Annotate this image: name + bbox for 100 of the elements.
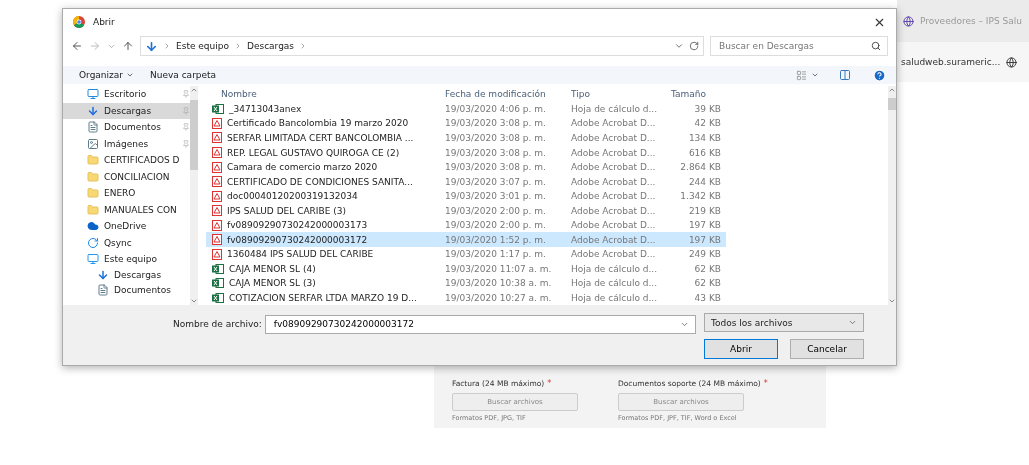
pdf-file-icon: [212, 176, 222, 188]
file-row[interactable]: Certificado Bancolombia 19 marzo 2020 19/03/2020 3:08 p. m. Adobe Acrobat D... 42 KB: [206, 116, 726, 131]
file-name: Certificado Bancolombia 19 marzo 2020: [227, 118, 409, 129]
document-icon: [87, 121, 99, 134]
file-row[interactable]: IPS SALUD DEL CARIBE (3) 19/03/2020 2:00 p. m. Adobe Acrobat D... 219 KB: [206, 203, 726, 218]
scroll-down-icon[interactable]: [888, 297, 896, 305]
file-row[interactable]: CERTIFICADO DE CONDICIONES SANITA... 19/03/2020 3:07 p. m. Adobe Acrobat D... 244 KB: [206, 174, 726, 189]
address-field[interactable]: Este equipo Descargas: [140, 36, 704, 56]
cancel-button[interactable]: Cancelar: [790, 339, 864, 359]
pdf-file-icon: [212, 117, 222, 129]
file-row[interactable]: doc00040120200319132034 19/03/2020 3:01 p. m. Adobe Acrobat D... 1.342 KB: [206, 188, 726, 204]
pdf-file-icon: [212, 234, 222, 246]
sync-icon: [87, 236, 99, 249]
scroll-up-icon[interactable]: [888, 86, 896, 94]
nav-item[interactable]: Descargas: [63, 102, 190, 119]
refresh-icon[interactable]: [689, 41, 699, 51]
file-size: 1.342 KB: [679, 191, 722, 202]
pdf-file-icon: [212, 219, 222, 231]
modified-date: 19/03/2020 10:27 a. m.: [444, 292, 553, 303]
file-type: Adobe Acrobat D...: [570, 234, 656, 245]
breadcrumb-item[interactable]: Este equipo: [176, 41, 229, 51]
image-icon: [87, 137, 99, 150]
pin-icon[interactable]: [182, 139, 190, 148]
download-icon: [97, 269, 109, 281]
nav-item[interactable]: ENERO: [63, 185, 190, 202]
file-type-select[interactable]: Todos los archivos: [704, 313, 864, 332]
pin-icon[interactable]: [182, 90, 190, 99]
column-header[interactable]: Tipo: [556, 88, 656, 99]
scrollbar-thumb[interactable]: [190, 100, 198, 170]
file-type: Adobe Acrobat D...: [570, 220, 656, 231]
file-row[interactable]: fv08909290730242000003173 19/03/2020 2:00 p. m. Adobe Acrobat D... 197 KB: [206, 217, 726, 233]
column-header[interactable]: Fecha de modificación: [430, 88, 556, 99]
nav-item[interactable]: CONCILIACION: [63, 168, 190, 185]
modified-date: 19/03/2020 4:06 p. m.: [444, 103, 547, 114]
file-size: 39 KB: [693, 103, 722, 114]
pdf-file-icon: [212, 205, 222, 217]
help-icon[interactable]: [873, 68, 886, 82]
nav-item[interactable]: CERTIFICADOS D: [63, 152, 190, 169]
modified-date: 19/03/2020 1:17 p. m.: [444, 249, 547, 260]
file-type: Hoja de cálculo d...: [570, 263, 656, 274]
file-name: fv08909290730242000003173: [227, 220, 368, 231]
file-row[interactable]: CAJA MENOR SL (4) 19/03/2020 11:07 a. m. Hoja de cálculo d... 62 KB: [206, 261, 726, 276]
pin-icon[interactable]: [182, 123, 190, 132]
breadcrumb-item[interactable]: Descargas: [247, 41, 295, 51]
spreadsheet-file-icon: [212, 103, 224, 114]
browser-logo-icon: [73, 16, 85, 28]
nav-item[interactable]: Qsync: [63, 234, 190, 251]
nav-item[interactable]: Descargas: [63, 267, 190, 283]
up-icon[interactable]: [122, 40, 134, 52]
search-icon: [871, 41, 881, 51]
file-type: Adobe Acrobat D...: [570, 176, 656, 187]
folder-icon: [87, 154, 99, 167]
caret-icon[interactable]: [811, 71, 819, 79]
pdf-file-icon: [212, 161, 222, 173]
modified-date: 19/03/2020 3:08 p. m.: [444, 162, 547, 172]
scroll-up-icon[interactable]: [190, 86, 198, 94]
scroll-down-icon[interactable]: [190, 297, 198, 305]
file-size: 616 KB: [687, 147, 722, 158]
file-row[interactable]: Camara de comercio marzo 2020 19/03/2020 3:08 p. m. Adobe Acrobat D... 2.864 KB: [206, 159, 726, 175]
modified-date: 19/03/2020 2:00 p. m.: [444, 205, 547, 216]
nav-item[interactable]: Documentos: [63, 119, 190, 136]
nav-scrollbar[interactable]: [190, 86, 198, 305]
address-bar[interactable]: saludweb.surameric...: [897, 42, 1029, 82]
file-row[interactable]: COTIZACION SERFAR LTDA MARZO 19 D... 19/03/2020 10:27 a. m. Hoja de cálculo d... 43 KB: [206, 290, 726, 305]
nav-item[interactable]: Imágenes: [63, 135, 190, 152]
nav-item[interactable]: Documentos: [63, 282, 190, 298]
file-name-field[interactable]: fv08909290730242000003172: [264, 314, 696, 334]
nav-item[interactable]: Este equipo: [63, 251, 190, 268]
dialog-title: Abrir: [93, 17, 116, 27]
scrollbar-thumb[interactable]: [888, 98, 896, 110]
pdf-file-icon: [212, 132, 222, 144]
separator-icon: [163, 42, 171, 50]
file-scrollbar[interactable]: [888, 86, 896, 305]
search-field[interactable]: Buscar en Descargas: [710, 36, 888, 56]
file-name-input[interactable]: fv08909290730242000003172: [271, 318, 680, 330]
file-row[interactable]: SERFAR LIMITADA CERT BANCOLOMBIA ... 19/03/2020 3:08 p. m. Adobe Acrobat D... 134 KB: [206, 130, 726, 146]
modified-date: 19/03/2020 2:00 p. m.: [444, 220, 547, 231]
file-row[interactable]: CAJA MENOR SL (3) 19/03/2020 10:38 a. m. Hoja de cálculo d... 62 KB: [206, 275, 726, 291]
preview-pane-icon[interactable]: [839, 69, 851, 81]
nav-item[interactable]: OneDrive: [63, 218, 190, 235]
file-row[interactable]: 1360484 IPS SALUD DEL CARIBE 19/03/2020 1:17 p. m. Adobe Acrobat D... 249 KB: [206, 246, 726, 262]
pdf-file-icon: [212, 190, 222, 202]
organize-menu[interactable]: Organizar: [73, 70, 140, 80]
file-name: CAJA MENOR SL (3): [229, 278, 316, 289]
column-header[interactable]: Tamaño: [656, 88, 726, 99]
file-name: CERTIFICADO DE CONDICIONES SANITA...: [227, 176, 413, 187]
back-icon[interactable]: [71, 40, 83, 52]
open-button[interactable]: Abrir: [704, 339, 778, 359]
nav-item[interactable]: MANUALES CON: [63, 201, 190, 218]
nav-item[interactable]: Escritorio: [63, 86, 190, 103]
view-icon[interactable]: [796, 69, 807, 81]
cloud-icon: [87, 220, 99, 233]
column-header[interactable]: Nombre: [206, 88, 430, 99]
file-row[interactable]: _34713043anex 19/03/2020 4:06 p. m. Hoja de cálculo d... 39 KB: [206, 101, 726, 117]
file-row[interactable]: fv08909290730242000003172 19/03/2020 1:52 p. m. Adobe Acrobat D... 197 KB: [206, 232, 726, 247]
file-type: Adobe Acrobat D...: [570, 133, 656, 143]
file-row[interactable]: REP. LEGAL GUSTAVO QUIROGA CE (2) 19/03/2020 3:08 p. m. Adobe Acrobat D... 616 KB: [206, 145, 726, 160]
file-name: IPS SALUD DEL CARIBE (3): [227, 205, 346, 216]
new-folder-button[interactable]: Nueva carpeta: [144, 70, 223, 80]
history-dropdown-icon[interactable]: [674, 41, 684, 51]
